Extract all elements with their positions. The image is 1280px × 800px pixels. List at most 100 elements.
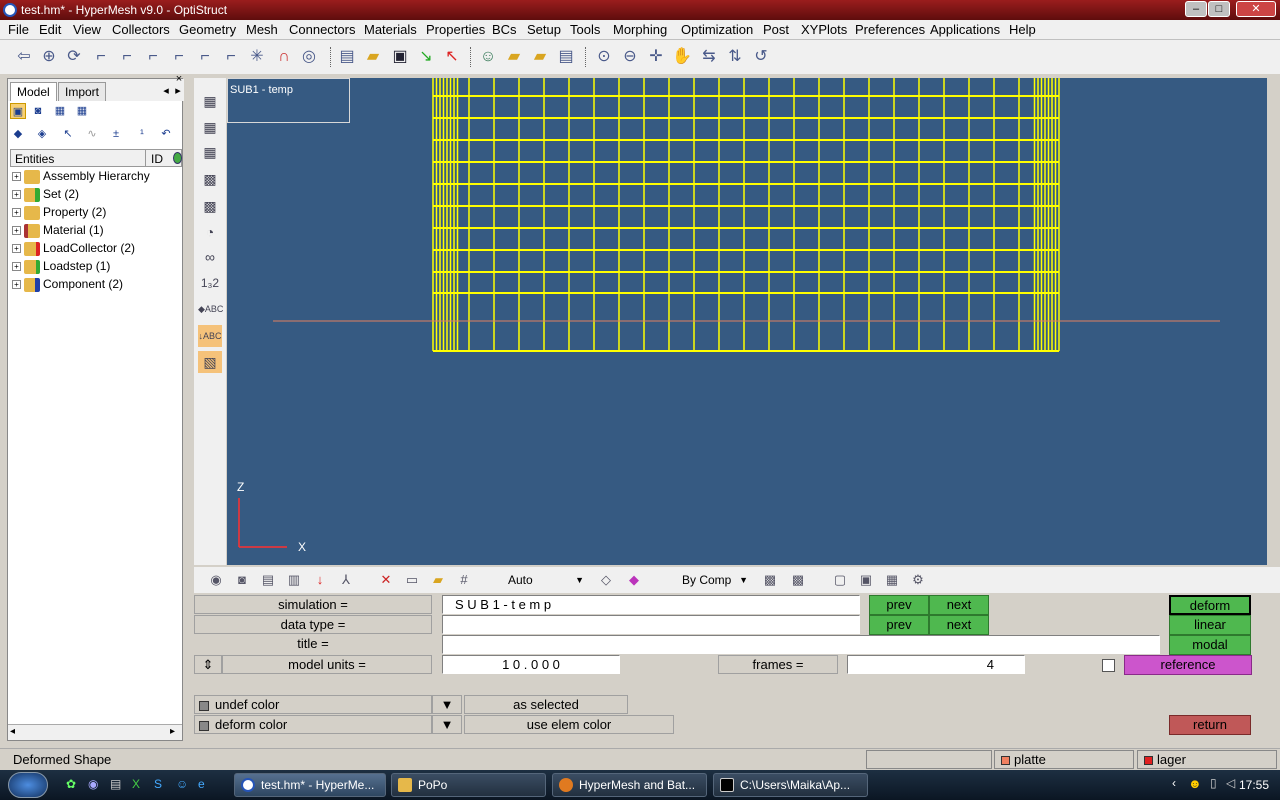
- tree-item-set[interactable]: + Set (2): [12, 187, 79, 205]
- folder-save-icon[interactable]: ▰: [529, 46, 551, 68]
- volume-icon[interactable]: ◁: [1226, 776, 1235, 790]
- organize-icon[interactable]: ▰: [428, 570, 448, 590]
- as-selected-button[interactable]: as selected: [464, 695, 628, 714]
- delete-x-icon[interactable]: ✕: [376, 570, 396, 590]
- quicklaunch-icon-3[interactable]: ▤: [110, 777, 121, 791]
- maximize-button[interactable]: □: [1208, 1, 1230, 17]
- mask-icon[interactable]: ▦: [198, 116, 222, 138]
- use-elem-color-button[interactable]: use elem color: [464, 715, 674, 734]
- display-toggle-icon[interactable]: ▦: [198, 90, 222, 112]
- return-button[interactable]: return: [1169, 715, 1251, 735]
- linear-button[interactable]: linear: [1169, 615, 1251, 635]
- tab-import[interactable]: Import: [58, 82, 107, 101]
- color-mode-select[interactable]: By Comp ▼: [664, 570, 750, 590]
- tree-item-component[interactable]: + Component (2): [12, 277, 123, 295]
- quicklaunch-icon-1[interactable]: ✿: [66, 777, 76, 791]
- geometry-display-icon[interactable]: ▢: [830, 570, 850, 590]
- zoom-out-icon[interactable]: ⊖: [619, 46, 641, 68]
- transparency-icon[interactable]: ◔: [198, 221, 222, 243]
- datatype-field[interactable]: [442, 615, 860, 634]
- menu-properties[interactable]: Properties: [425, 22, 486, 37]
- undef-color-selector[interactable]: undef color: [194, 695, 432, 714]
- task-popo[interactable]: PoPo: [391, 773, 546, 797]
- ie-icon[interactable]: e: [198, 777, 205, 791]
- display-mode-select[interactable]: Auto ▼: [490, 570, 586, 590]
- menu-help[interactable]: Help: [1008, 22, 1037, 37]
- properties-icon[interactable]: ▤: [258, 570, 278, 590]
- menu-edit[interactable]: Edit: [38, 22, 62, 37]
- datatype-prev-button[interactable]: prev: [869, 615, 929, 635]
- export-arrow-icon[interactable]: ↖: [441, 46, 463, 68]
- start-button[interactable]: [8, 772, 48, 798]
- browser-mat-icon[interactable]: ▦: [74, 103, 90, 119]
- tree-item-loadstep[interactable]: + Loadstep (1): [12, 259, 110, 277]
- scroll-left-arrow-icon[interactable]: ◂: [10, 726, 15, 737]
- user-icon[interactable]: ☺: [477, 46, 499, 68]
- tree-item-property[interactable]: + Property (2): [12, 205, 106, 223]
- numbers-icon[interactable]: 1₃2: [198, 272, 222, 294]
- tray-expand-icon[interactable]: ‹: [1172, 776, 1176, 790]
- menu-geometry[interactable]: Geometry: [178, 22, 237, 37]
- menu-mesh[interactable]: Mesh: [245, 22, 279, 37]
- reference-checkbox[interactable]: [1102, 659, 1115, 672]
- deform-color-dropdown-icon[interactable]: ▼: [432, 715, 462, 734]
- menu-file[interactable]: File: [7, 22, 30, 37]
- panel-close-icon[interactable]: ×: [171, 71, 187, 87]
- minimize-button[interactable]: –: [1185, 1, 1207, 17]
- view-iso-icon[interactable]: ⌐: [90, 46, 112, 68]
- deform-button[interactable]: deform: [1169, 595, 1251, 615]
- contour-icon[interactable]: ◆: [624, 570, 644, 590]
- tray-icon-1[interactable]: ☻: [1188, 776, 1202, 791]
- quicklaunch-icon-2[interactable]: ◉: [88, 777, 98, 791]
- menu-connectors[interactable]: Connectors: [288, 22, 356, 37]
- simulation-next-button[interactable]: next: [929, 595, 989, 615]
- mesh-display-icon[interactable]: ▩: [760, 570, 780, 590]
- menu-applications[interactable]: Applications: [929, 22, 1001, 37]
- open-folder-icon[interactable]: ▰: [362, 46, 384, 68]
- zoom-window-icon[interactable]: ⊙: [593, 46, 615, 68]
- menu-bcs[interactable]: BCs: [491, 22, 518, 37]
- scroll-right-arrow-icon[interactable]: ▸: [170, 726, 175, 737]
- undef-color-dropdown-icon[interactable]: ▼: [432, 695, 462, 714]
- show-icon[interactable]: ◆: [10, 126, 26, 142]
- tree-item-material[interactable]: + Material (1): [12, 223, 104, 241]
- tree-item-loadcollector[interactable]: + LoadCollector (2): [12, 241, 135, 259]
- menu-xyplots[interactable]: XYPlots: [800, 22, 848, 37]
- menu-optimization[interactable]: Optimization: [680, 22, 754, 37]
- simulation-prev-button[interactable]: prev: [869, 595, 929, 615]
- wireframe-icon[interactable]: ▦: [198, 141, 222, 163]
- components-icon[interactable]: ◉: [206, 570, 226, 590]
- plus-minus-icon[interactable]: ±: [108, 126, 124, 142]
- datatype-next-button[interactable]: next: [929, 615, 989, 635]
- new-file-icon[interactable]: ▤: [336, 46, 358, 68]
- reference-button[interactable]: reference: [1124, 655, 1252, 675]
- component-lager[interactable]: lager: [1137, 750, 1277, 769]
- modal-button[interactable]: modal: [1169, 635, 1251, 655]
- menu-collectors[interactable]: Collectors: [111, 22, 171, 37]
- menu-morphing[interactable]: Morphing: [612, 22, 668, 37]
- loads-icon[interactable]: ↓: [310, 570, 330, 590]
- reference-map-icon[interactable]: ▧: [198, 351, 222, 373]
- show-all-icon[interactable]: ◈: [34, 126, 50, 142]
- view-front-icon[interactable]: ⌐: [116, 46, 138, 68]
- import-arrow-icon[interactable]: ↘: [415, 46, 437, 68]
- elements-icon[interactable]: ◙: [232, 570, 252, 590]
- task-hypermesh[interactable]: test.hm* - HyperMe...: [234, 773, 386, 797]
- title-field[interactable]: [442, 635, 1160, 654]
- menu-setup[interactable]: Setup: [526, 22, 562, 37]
- horizontal-scrollbar[interactable]: ◂ ▸: [8, 724, 182, 740]
- component-platte[interactable]: platte: [994, 750, 1134, 769]
- save-icon[interactable]: ▣: [389, 46, 411, 68]
- deformed-mesh[interactable]: [227, 78, 1267, 565]
- view-bottom-icon[interactable]: ⌐: [194, 46, 216, 68]
- find-binoculars-icon[interactable]: ∞: [198, 246, 222, 268]
- simulation-field[interactable]: S U B 1 - t e m p: [442, 595, 860, 614]
- label-load-abc-icon[interactable]: ↓ABC: [198, 325, 222, 347]
- binoculars-icon[interactable]: ◎: [298, 46, 320, 68]
- elements-display-icon[interactable]: ◇: [596, 570, 616, 590]
- units-field[interactable]: 1 0 . 0 0 0: [442, 655, 620, 674]
- deform-color-selector[interactable]: deform color: [194, 715, 432, 734]
- browser-comp-icon[interactable]: ◙: [30, 103, 46, 119]
- center-icon[interactable]: ✛: [645, 46, 667, 68]
- id-column-header[interactable]: ID: [151, 152, 163, 166]
